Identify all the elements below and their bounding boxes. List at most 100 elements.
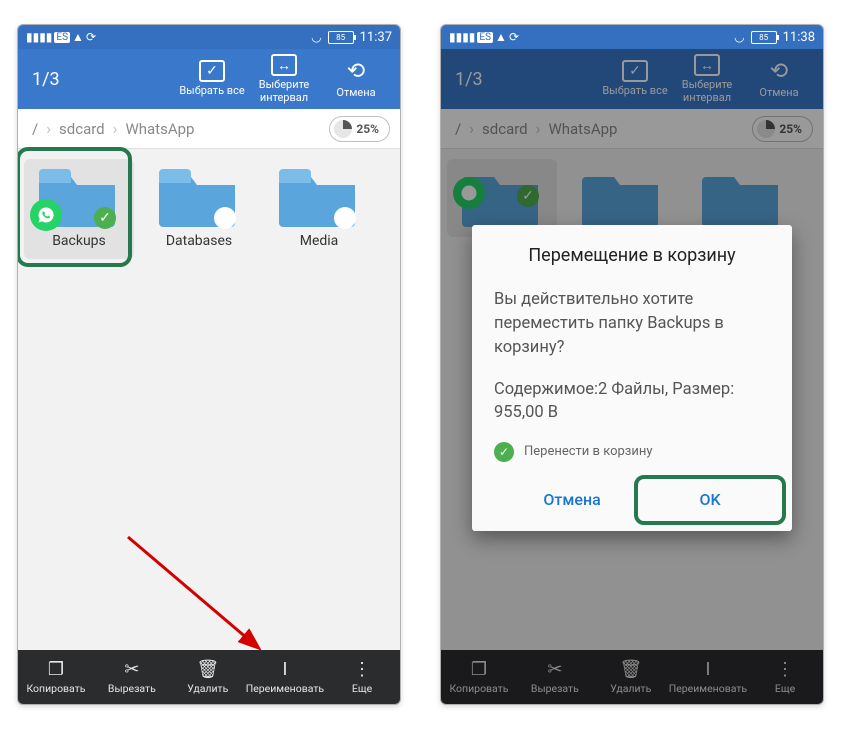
battery-icon: 85: [328, 31, 354, 44]
dialog-checkbox[interactable]: ✓ Перенести в корзину: [494, 442, 770, 462]
rename-button[interactable]: I Переименовать: [246, 650, 324, 704]
status-bar: ▮▮▮▮ ES ▲ ⟳ ◡ 85 11:38: [441, 25, 823, 49]
cancel-selection-button[interactable]: ⟲ Отмена: [320, 59, 392, 99]
rename-icon: I: [282, 660, 287, 680]
battery-level: 85: [759, 33, 768, 42]
sync-icon: ⟳: [509, 30, 519, 44]
select-interval-button[interactable]: Выберите интервал: [671, 54, 743, 103]
wifi-icon: ◡: [734, 30, 744, 44]
interval-icon: [694, 54, 720, 76]
dialog-message: Вы действительно хотите переместить папк…: [494, 288, 770, 360]
unselected-dot-icon: [334, 207, 356, 229]
phone-left: ▮▮▮▮ ES ▲ ⟳ ◡ 85 11:37 1/3 ✓ Выбрать все…: [17, 24, 401, 705]
breadcrumb-sdcard[interactable]: sdcard: [478, 120, 532, 138]
sync-icon: ⟳: [86, 30, 96, 44]
selected-check-icon: ✓: [94, 207, 116, 229]
cut-button[interactable]: ✂Вырезать: [517, 650, 593, 704]
bottom-toolbar: ❐Копировать ✂Вырезать 🗑Удалить IПереимен…: [441, 650, 823, 704]
chevron-right-icon: ›: [42, 119, 55, 138]
cut-button[interactable]: ✂ Вырезать: [94, 650, 170, 704]
folder-label: Media: [300, 233, 339, 249]
select-all-button[interactable]: ✓ Выбрать все: [176, 60, 248, 97]
breadcrumb-sdcard[interactable]: sdcard: [55, 120, 109, 138]
breadcrumb: / › sdcard › WhatsApp 25%: [18, 109, 400, 149]
selection-toolbar: 1/3 ✓ Выбрать все Выберите интервал ⟲ От…: [18, 49, 400, 109]
chevron-right-icon: ›: [465, 119, 478, 138]
copy-button[interactable]: ❐ Копировать: [18, 650, 94, 704]
scissors-icon: ✂: [124, 660, 139, 680]
check-icon: ✓: [622, 60, 648, 82]
select-interval-button[interactable]: Выберите интервал: [248, 54, 320, 103]
check-icon: ✓: [199, 60, 225, 82]
storage-indicator[interactable]: 25%: [752, 116, 813, 142]
wifi-icon: ◡: [311, 30, 321, 44]
storage-percent: 25%: [779, 122, 802, 136]
storage-percent: 25%: [356, 122, 379, 136]
warning-icon: ▲: [495, 30, 507, 44]
delete-button[interactable]: 🗑 Удалить: [170, 650, 246, 704]
signal-icon: ▮▮▮▮: [26, 30, 52, 44]
selected-check-icon: ✓: [517, 185, 539, 207]
whatsapp-icon: [30, 199, 62, 231]
dialog-content-info: Содержимое:2 Файлы, Размер: 955,00 B: [494, 378, 770, 424]
clock: 11:37: [360, 30, 392, 45]
battery-icon: 85: [751, 31, 777, 44]
cancel-selection-button[interactable]: ⟲ Отмена: [743, 59, 815, 99]
warning-icon: ▲: [72, 30, 84, 44]
rename-icon: I: [705, 660, 710, 680]
copy-icon: ❐: [48, 660, 64, 680]
undo-icon: ⟲: [770, 59, 788, 84]
breadcrumb-whatsapp[interactable]: WhatsApp: [544, 120, 621, 138]
pie-icon: [334, 120, 352, 138]
copy-icon: ❐: [471, 660, 487, 680]
folder-label: Backups: [52, 233, 106, 249]
breadcrumb: / › sdcard › WhatsApp 25%: [441, 109, 823, 149]
storage-indicator[interactable]: 25%: [329, 116, 390, 142]
signal-icon: ▮▮▮▮: [449, 30, 475, 44]
callout-highlight: [634, 475, 786, 525]
folder-databases[interactable]: Databases: [144, 159, 254, 259]
unselected-dot-icon: [214, 207, 236, 229]
more-icon: ⋮: [776, 660, 794, 680]
bottom-toolbar: ❐ Копировать ✂ Вырезать 🗑 Удалить I Пере…: [18, 650, 400, 704]
undo-icon: ⟲: [347, 59, 365, 84]
checkbox-checked-icon: ✓: [494, 442, 514, 462]
dialog-cancel-button[interactable]: Отмена: [523, 480, 620, 519]
selection-counter: 1/3: [32, 69, 60, 90]
phone-right: ▮▮▮▮ ES ▲ ⟳ ◡ 85 11:38 1/3 ✓ Выбрать все…: [440, 24, 824, 705]
more-icon: ⋮: [353, 660, 371, 680]
breadcrumb-root[interactable]: /: [451, 120, 465, 138]
folder-icon: [702, 165, 782, 227]
more-button[interactable]: ⋮Еще: [747, 650, 823, 704]
chevron-right-icon: ›: [109, 119, 122, 138]
app-notif-icon: ES: [54, 32, 70, 43]
callout-arrow-icon: [118, 527, 278, 657]
copy-button[interactable]: ❐Копировать: [441, 650, 517, 704]
pie-icon: [757, 120, 775, 138]
select-all-button[interactable]: ✓ Выбрать все: [599, 60, 671, 97]
trash-icon: 🗑: [619, 660, 642, 680]
rename-button[interactable]: IПереименовать: [669, 650, 747, 704]
trash-icon: 🗑: [196, 660, 219, 680]
checkbox-label: Перенести в корзину: [524, 444, 653, 459]
file-grid: ✓ Backups Databases Media: [18, 149, 400, 650]
app-notif-icon: ES: [477, 32, 493, 43]
status-bar: ▮▮▮▮ ES ▲ ⟳ ◡ 85 11:37: [18, 25, 400, 49]
chevron-right-icon: ›: [532, 119, 545, 138]
dialog-title: Перемещение в корзину: [494, 245, 770, 266]
clock: 11:38: [783, 30, 815, 45]
confirm-dialog: Перемещение в корзину Вы действительно х…: [472, 225, 792, 531]
folder-label: Databases: [166, 233, 232, 249]
breadcrumb-whatsapp[interactable]: WhatsApp: [121, 120, 198, 138]
breadcrumb-root[interactable]: /: [28, 120, 42, 138]
selection-counter: 1/3: [455, 69, 483, 90]
folder-backups[interactable]: ✓ Backups: [24, 159, 134, 259]
folder-media[interactable]: Media: [264, 159, 374, 259]
selection-toolbar: 1/3 ✓ Выбрать все Выберите интервал ⟲ От…: [441, 49, 823, 109]
scissors-icon: ✂: [547, 660, 562, 680]
delete-button[interactable]: 🗑Удалить: [593, 650, 669, 704]
more-button[interactable]: ⋮ Еще: [324, 650, 400, 704]
interval-icon: [271, 54, 297, 76]
folder-icon: [582, 165, 662, 227]
whatsapp-icon: [453, 177, 485, 209]
